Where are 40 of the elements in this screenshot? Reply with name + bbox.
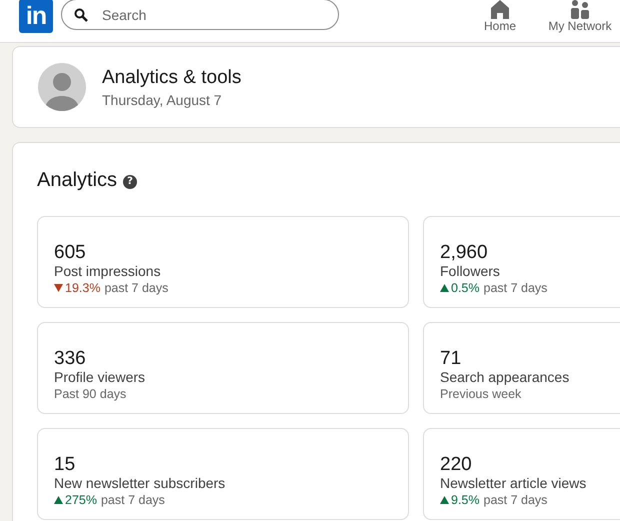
period-text: past 7 days — [484, 280, 548, 296]
change-value: 0.5% — [440, 280, 480, 296]
stat-label: Search appearances — [440, 369, 570, 386]
stat-card[interactable]: 15 New newsletter subscribers 275% past 7 days — [37, 428, 409, 520]
stat-card[interactable]: 2,960 Followers 0.5% past 7 days — [423, 216, 620, 308]
stat-card[interactable]: 71 Search appearances Previous week — [423, 322, 620, 414]
period-text: Previous week — [440, 386, 522, 402]
stat-value: 15 — [54, 455, 76, 475]
stat-label: Newsletter article views — [440, 475, 588, 492]
stat-label: Followers — [440, 263, 501, 280]
people-icon — [568, 0, 592, 19]
stat-value: 605 — [54, 243, 87, 263]
stat-value: 71 — [440, 349, 462, 369]
period-text: past 7 days — [484, 492, 548, 508]
stat-value: 2,960 — [440, 243, 489, 263]
nav-link[interactable]: Home — [484, 19, 516, 33]
home-icon — [488, 0, 512, 19]
stat-card[interactable]: 336 Profile viewers Past 90 days — [37, 322, 409, 414]
stat-label: New newsletter subscribers — [54, 475, 226, 492]
date-text: Thursday, August 7 — [102, 92, 223, 108]
nav-link[interactable]: My Network — [548, 19, 612, 33]
section-title: Analytics — [37, 169, 118, 192]
help-icon[interactable]: ? — [123, 174, 138, 188]
stat-value: 336 — [54, 349, 87, 369]
search-icon — [74, 8, 88, 22]
period-text: past 7 days — [100, 492, 165, 508]
stat-card[interactable]: 220 Newsletter article views 9.5% past 7 days — [423, 428, 620, 520]
avatar — [38, 63, 86, 111]
period-text: Past 90 days — [54, 386, 126, 402]
stat-card[interactable]: 605 Post impressions 19.3% past 7 days — [37, 216, 409, 308]
stat-label: Profile viewers — [54, 369, 146, 386]
change-value: 19.3% — [54, 280, 100, 296]
search-field[interactable]: Search — [61, 0, 339, 30]
change-value: 275% — [54, 492, 97, 508]
change-value: 9.5% — [440, 492, 480, 508]
stat-label: Post impressions — [54, 263, 162, 280]
logo[interactable]: in — [19, 0, 53, 33]
page-title: Analytics & tools — [102, 66, 242, 88]
period-text: past 7 days — [104, 280, 168, 296]
stat-value: 220 — [440, 455, 473, 475]
